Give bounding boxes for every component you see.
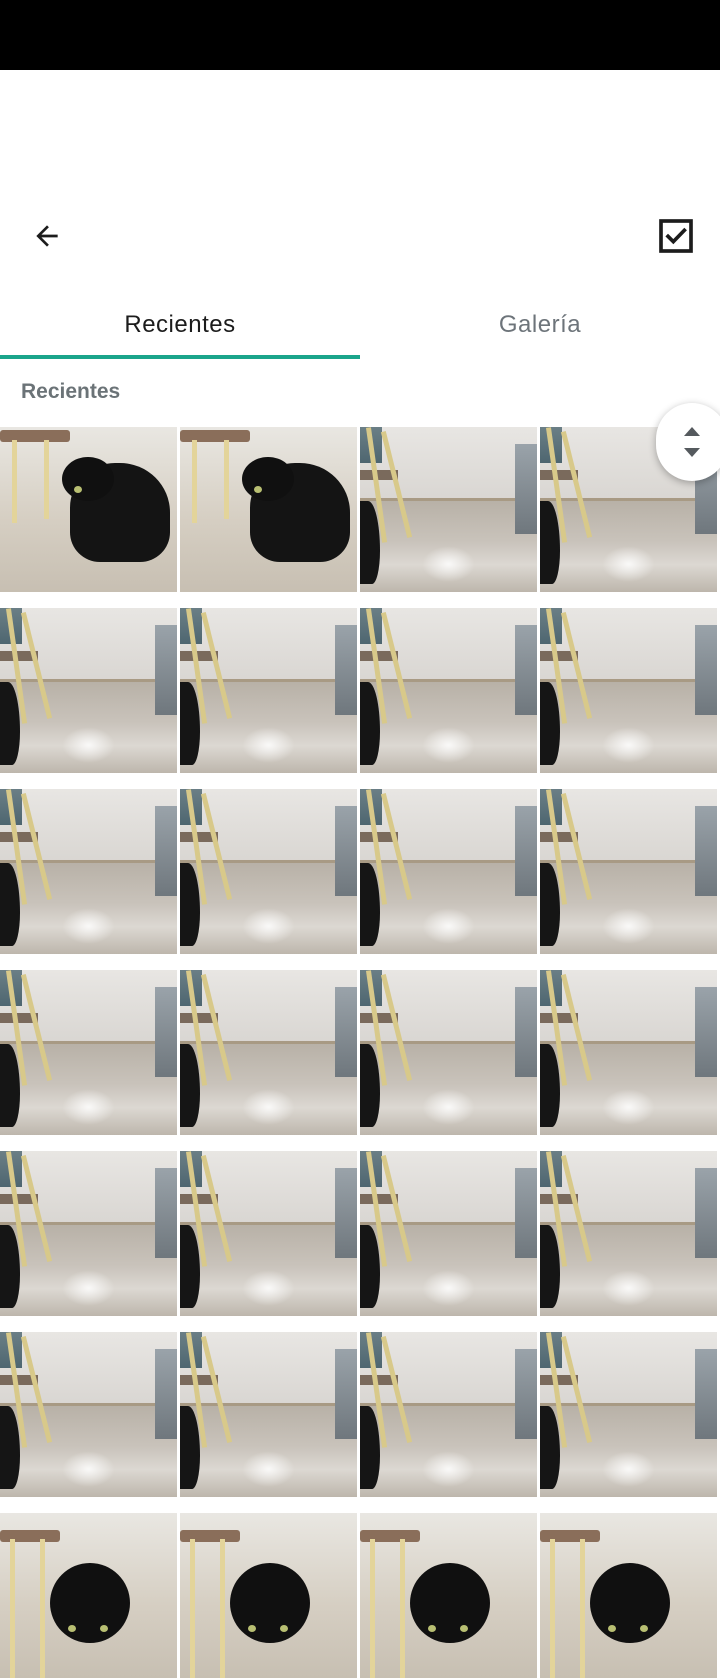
back-button[interactable]	[18, 214, 76, 258]
photo-thumbnail[interactable]	[360, 1332, 537, 1497]
photo-thumbnail[interactable]	[360, 427, 537, 592]
photo-thumbnail[interactable]	[180, 1513, 357, 1678]
photo-thumbnail[interactable]	[360, 970, 537, 1135]
section-title: Recientes	[21, 380, 121, 403]
photo-thumbnail[interactable]	[180, 1151, 357, 1316]
tab-recientes[interactable]: Recientes	[0, 290, 360, 360]
photo-thumbnail[interactable]	[180, 1332, 357, 1497]
photo-thumbnail[interactable]	[360, 789, 537, 954]
photo-thumbnail[interactable]	[360, 1513, 537, 1678]
photo-thumbnail[interactable]	[0, 789, 177, 954]
photo-thumbnail[interactable]	[0, 1151, 177, 1316]
status-bar	[0, 0, 720, 70]
photo-thumbnail[interactable]	[180, 789, 357, 954]
checkbox-checked-icon	[659, 219, 693, 253]
photo-thumbnail[interactable]	[0, 608, 177, 773]
photo-thumbnail[interactable]	[0, 970, 177, 1135]
photo-thumbnail[interactable]	[540, 970, 717, 1135]
tab-indicator	[0, 355, 360, 359]
photo-grid	[0, 427, 720, 1678]
photo-thumbnail[interactable]	[540, 608, 717, 773]
photo-thumbnail[interactable]	[0, 1332, 177, 1497]
tab-bar: Recientes Galería	[0, 290, 720, 360]
photo-thumbnail[interactable]	[180, 608, 357, 773]
scroll-handle[interactable]	[656, 403, 720, 481]
scroll-handle-icon	[684, 427, 700, 457]
photo-thumbnail[interactable]	[540, 1151, 717, 1316]
photo-thumbnail[interactable]	[540, 1513, 717, 1678]
photo-thumbnail[interactable]	[0, 1513, 177, 1678]
select-button[interactable]	[648, 210, 704, 262]
toolbar	[0, 200, 720, 270]
tab-label: Recientes	[124, 311, 236, 338]
photo-thumbnail[interactable]	[180, 427, 357, 592]
tab-galeria[interactable]: Galería	[360, 290, 720, 360]
photo-thumbnail[interactable]	[540, 789, 717, 954]
photo-thumbnail[interactable]	[360, 1151, 537, 1316]
photo-thumbnail[interactable]	[0, 427, 177, 592]
arrow-back-icon	[36, 225, 58, 247]
photo-thumbnail[interactable]	[180, 970, 357, 1135]
photo-thumbnail[interactable]	[540, 1332, 717, 1497]
tab-label: Galería	[498, 311, 582, 338]
photo-thumbnail[interactable]	[360, 608, 537, 773]
